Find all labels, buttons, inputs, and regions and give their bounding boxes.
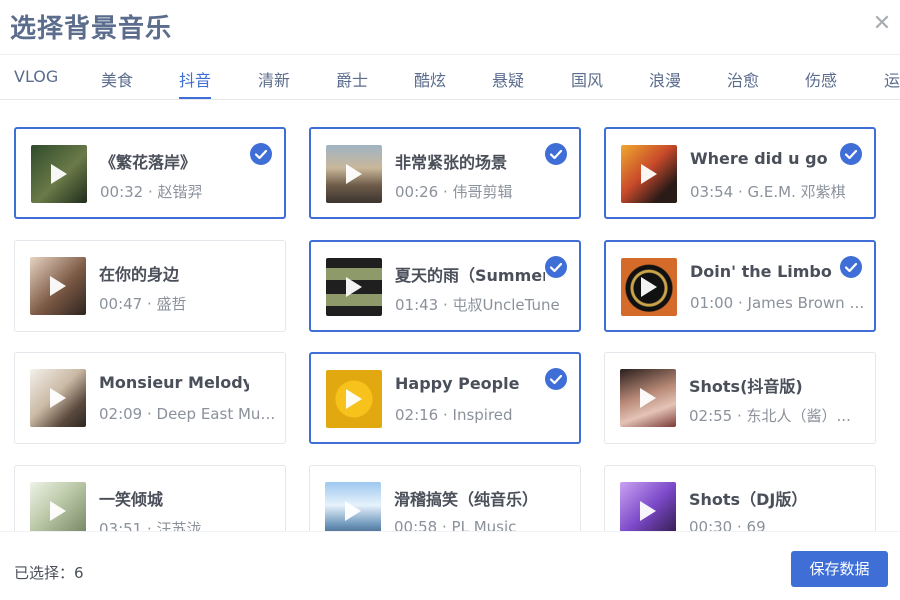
close-icon[interactable]: ✕ xyxy=(870,12,894,36)
song-card[interactable]: Shots(抖音版) 02:55 · 东北人（酱）... xyxy=(604,352,876,444)
song-meta: 02:55 · 东北人（酱）... xyxy=(689,407,851,425)
tab-fresh[interactable]: 清新 xyxy=(258,67,290,91)
album-cover xyxy=(30,369,86,427)
song-meta: 01:00 · James Brown &... xyxy=(690,294,870,312)
dialog-header: 选择背景音乐 ✕ xyxy=(0,0,900,54)
album-cover xyxy=(325,482,381,531)
song-card[interactable]: 夏天的雨（Summer r 01:43 · 屯叔UncleTune xyxy=(309,240,581,332)
song-title: 《繁花落岸》 xyxy=(100,153,197,172)
song-title: Doin' the Limbo xyxy=(690,262,832,281)
song-card[interactable]: Monsieur Melody 02:09 · Deep East Music xyxy=(14,352,286,444)
song-card[interactable]: Where did u go 03:54 · G.E.M. 邓紫棋 xyxy=(604,127,876,219)
song-card[interactable]: 滑稽搞笑（纯音乐） 00:58 · PL Music xyxy=(309,465,581,531)
song-title: 在你的身边 xyxy=(99,265,180,284)
checkmark-icon[interactable] xyxy=(840,143,862,165)
song-meta: 00:32 · 赵锴羿 xyxy=(100,183,203,201)
play-icon[interactable] xyxy=(345,501,361,521)
active-tab-underline xyxy=(179,97,211,99)
song-title: Happy People xyxy=(395,374,520,393)
tab-sport[interactable]: 运 xyxy=(884,67,900,91)
selected-count: 已选择：6 xyxy=(14,564,84,582)
checkmark-icon[interactable] xyxy=(840,256,862,278)
song-title: Shots(抖音版) xyxy=(689,377,803,396)
checkmark-icon[interactable] xyxy=(250,143,272,165)
tab-douyin[interactable]: 抖音 xyxy=(179,67,211,91)
song-title: Shots（DJ版） xyxy=(689,490,808,509)
song-title: 非常紧张的场景 xyxy=(395,153,508,172)
checkmark-icon[interactable] xyxy=(545,256,567,278)
play-icon[interactable] xyxy=(641,277,657,297)
dialog-title: 选择背景音乐 xyxy=(10,14,173,44)
song-card[interactable]: Doin' the Limbo 01:00 · James Brown &... xyxy=(604,240,876,332)
tab-jazz[interactable]: 爵士 xyxy=(336,67,368,91)
song-meta: 02:09 · Deep East Music xyxy=(99,405,279,423)
category-tabs: VLOG 美食 抖音 清新 爵士 酷炫 悬疑 国风 浪漫 治愈 伤感 运 xyxy=(0,54,900,100)
album-cover xyxy=(621,258,677,316)
song-meta: 00:30 · 69 xyxy=(689,518,766,531)
song-card[interactable]: 在你的身边 00:47 · 盛哲 xyxy=(14,240,286,332)
save-button[interactable]: 保存数据 xyxy=(791,551,888,587)
song-meta: 03:51 · 汪苏泷 xyxy=(99,520,202,531)
album-cover xyxy=(30,482,86,531)
song-title: 一笑倾城 xyxy=(99,490,164,509)
play-icon[interactable] xyxy=(346,277,362,297)
song-title: Monsieur Melody xyxy=(99,373,249,392)
song-card[interactable]: Happy People 02:16 · Inspired xyxy=(309,352,581,444)
play-icon[interactable] xyxy=(50,276,66,296)
song-grid: 《繁花落岸》 00:32 · 赵锴羿 非常紧张的场景 00:26 · 伟哥剪辑 … xyxy=(0,101,900,531)
dialog-footer: 已选择：6 保存数据 xyxy=(0,531,900,600)
song-card[interactable]: 非常紧张的场景 00:26 · 伟哥剪辑 xyxy=(309,127,581,219)
tab-healing[interactable]: 治愈 xyxy=(727,67,759,91)
checkmark-icon[interactable] xyxy=(545,143,567,165)
song-title: Where did u go xyxy=(690,149,828,168)
song-meta: 00:26 · 伟哥剪辑 xyxy=(395,183,513,201)
song-title: 夏天的雨（Summer r xyxy=(395,266,545,285)
song-meta: 00:47 · 盛哲 xyxy=(99,295,187,313)
tab-chinese-style[interactable]: 国风 xyxy=(571,67,603,91)
song-meta: 00:58 · PL Music xyxy=(394,518,517,531)
tab-romantic[interactable]: 浪漫 xyxy=(649,67,681,91)
play-icon[interactable] xyxy=(50,501,66,521)
play-icon[interactable] xyxy=(640,388,656,408)
song-meta: 01:43 · 屯叔UncleTune xyxy=(395,296,560,314)
play-icon[interactable] xyxy=(641,164,657,184)
play-icon[interactable] xyxy=(346,389,362,409)
play-icon[interactable] xyxy=(51,164,67,184)
tab-suspense[interactable]: 悬疑 xyxy=(492,67,524,91)
checkmark-icon[interactable] xyxy=(545,368,567,390)
album-cover xyxy=(326,145,382,203)
tab-vlog[interactable]: VLOG xyxy=(14,67,58,86)
album-cover xyxy=(326,370,382,428)
tab-sad[interactable]: 伤感 xyxy=(805,67,837,91)
play-icon[interactable] xyxy=(50,388,66,408)
play-icon[interactable] xyxy=(346,164,362,184)
song-meta: 03:54 · G.E.M. 邓紫棋 xyxy=(690,183,846,201)
song-meta: 02:16 · Inspired xyxy=(395,406,513,424)
tab-cool[interactable]: 酷炫 xyxy=(414,67,446,91)
tab-food[interactable]: 美食 xyxy=(101,67,133,91)
album-cover xyxy=(621,145,677,203)
song-card[interactable]: 《繁花落岸》 00:32 · 赵锴羿 xyxy=(14,127,286,219)
song-card[interactable]: Shots（DJ版） 00:30 · 69 xyxy=(604,465,876,531)
album-cover xyxy=(30,257,86,315)
song-title: 滑稽搞笑（纯音乐） xyxy=(394,490,539,509)
album-cover xyxy=(620,482,676,531)
album-cover xyxy=(31,145,87,203)
song-card[interactable]: 一笑倾城 03:51 · 汪苏泷 xyxy=(14,465,286,531)
album-cover xyxy=(326,258,382,316)
play-icon[interactable] xyxy=(640,501,656,521)
album-cover xyxy=(620,369,676,427)
